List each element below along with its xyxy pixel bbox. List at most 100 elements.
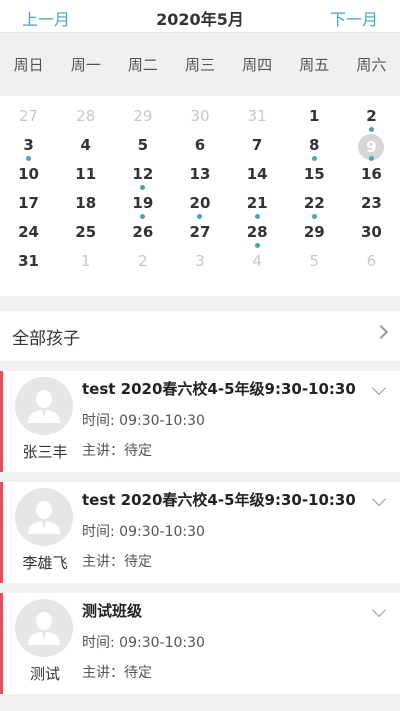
calendar-day[interactable]: 19 — [114, 192, 171, 221]
calendar-day[interactable]: 1 — [57, 250, 114, 279]
child-filter-label: 全部孩子 — [12, 329, 80, 349]
calendar-week-row: 31 1 2 3 4 5 6 — [0, 250, 400, 279]
calendar-day-number: 27 — [19, 107, 39, 125]
event-dot-icon — [140, 214, 146, 219]
weekday-label: 周五 — [299, 56, 330, 74]
event-dot-icon — [197, 214, 203, 219]
calendar-day-number: 4 — [80, 136, 91, 154]
calendar-day[interactable]: 25 — [57, 221, 114, 250]
calendar-day[interactable]: 28 — [229, 221, 286, 250]
weekday-label: 周四 — [242, 56, 273, 74]
calendar-day[interactable]: 1 — [286, 105, 343, 134]
calendar-day[interactable]: 29 — [286, 221, 343, 250]
course-teacher: 主讲：待定 — [82, 665, 152, 681]
avatar — [15, 599, 73, 657]
calendar-day-selected[interactable]: 9 — [343, 134, 400, 163]
calendar-day[interactable]: 23 — [343, 192, 400, 221]
course-time: 时间: 09:30-10:30 — [82, 524, 205, 540]
calendar-day[interactable]: 14 — [229, 163, 286, 192]
calendar-day[interactable]: 6 — [343, 250, 400, 279]
weekday-label: 周日 — [13, 56, 44, 74]
calendar-day[interactable]: 15 — [286, 163, 343, 192]
calendar-day[interactable]: 21 — [229, 192, 286, 221]
event-dot-icon — [311, 156, 317, 161]
student-name: 张三丰 — [22, 443, 68, 461]
calendar-day[interactable]: 27 — [171, 221, 228, 250]
prev-month-button[interactable]: 上一月 — [22, 6, 70, 30]
calendar-day-number: 18 — [75, 194, 97, 212]
calendar-day[interactable]: 29 — [114, 105, 171, 134]
calendar-day-number: 31 — [18, 252, 39, 270]
weekday-label: 周二 — [127, 56, 158, 74]
calendar-day-number: 31 — [247, 107, 267, 125]
calendar-week-row: 10 11 12 13 14 15 16 — [0, 163, 400, 192]
calendar-day-number: 29 — [303, 223, 325, 241]
calendar-day-number: 28 — [76, 107, 96, 125]
chevron-down-icon[interactable] — [371, 491, 387, 507]
next-month-button[interactable]: 下一月 — [330, 6, 378, 30]
calendar-day[interactable]: 16 — [343, 163, 400, 192]
calendar-day[interactable]: 22 — [286, 192, 343, 221]
course-teacher: 主讲：待定 — [82, 443, 152, 459]
calendar-day[interactable]: 11 — [57, 163, 114, 192]
calendar-day[interactable]: 26 — [114, 221, 171, 250]
weekday-label: 周一 — [70, 56, 101, 74]
course-title: test 2020春六校4-5年级9:30-10:30 — [82, 491, 356, 509]
calendar-day[interactable]: 2 — [114, 250, 171, 279]
calendar-day-number: 13 — [189, 165, 211, 183]
course-card[interactable]: 测试 测试班级 时间: 09:30-10:30 主讲：待定 — [0, 593, 400, 694]
divider — [0, 583, 400, 593]
calendar-day[interactable]: 31 — [229, 105, 286, 134]
course-card[interactable]: 李雄飞 test 2020春六校4-5年级9:30-10:30 时间: 09:30-… — [0, 482, 400, 583]
calendar-day[interactable]: 12 — [114, 163, 171, 192]
avatar — [15, 488, 73, 546]
calendar-day[interactable]: 3 — [171, 250, 228, 279]
calendar-day[interactable]: 5 — [286, 250, 343, 279]
chevron-down-icon[interactable] — [371, 380, 387, 396]
calendar-day[interactable]: 24 — [0, 221, 57, 250]
divider — [0, 472, 400, 482]
weekday-header: 周日 周一 周二 周三 周四 周五 周六 — [0, 32, 400, 96]
calendar-day[interactable]: 18 — [57, 192, 114, 221]
course-card[interactable]: 张三丰 test 2020春六校4-5年级9:30-10:30 时间: 09:30-… — [0, 371, 400, 472]
calendar-day[interactable]: 30 — [171, 105, 228, 134]
course-title: test 2020春六校4-5年级9:30-10:30 — [82, 380, 356, 398]
divider — [0, 694, 400, 704]
chevron-down-icon[interactable] — [371, 602, 387, 618]
calendar-day[interactable]: 6 — [171, 134, 228, 163]
calendar-day[interactable]: 8 — [286, 134, 343, 163]
calendar-day-number: 15 — [303, 165, 325, 183]
calendar-day-number: 6 — [194, 136, 206, 154]
calendar-day-number: 30 — [190, 107, 210, 125]
calendar-day-number: 5 — [137, 136, 149, 154]
calendar-day[interactable]: 4 — [229, 250, 286, 279]
chevron-right-icon — [373, 324, 389, 340]
calendar-day[interactable]: 5 — [114, 134, 171, 163]
calendar-day-number: 3 — [195, 252, 205, 270]
calendar-day[interactable]: 31 — [0, 250, 57, 279]
month-header: 上一月 2020年5月 下一月 — [0, 0, 400, 32]
calendar-day-number: 1 — [80, 252, 91, 270]
calendar-day[interactable]: 7 — [229, 134, 286, 163]
calendar-day[interactable]: 27 — [0, 105, 57, 134]
event-dot-icon — [26, 156, 32, 161]
calendar-day[interactable]: 3 — [0, 134, 57, 163]
divider — [0, 361, 400, 371]
calendar-week-row: 3 4 5 6 7 89 — [0, 134, 400, 163]
child-filter-row[interactable]: 全部孩子 — [0, 311, 400, 361]
calendar-day-number: 5 — [309, 252, 320, 270]
calendar-day[interactable]: 30 — [343, 221, 400, 250]
calendar-day[interactable]: 28 — [57, 105, 114, 134]
calendar-day[interactable]: 4 — [57, 134, 114, 163]
calendar-week-row: 17 18 19 20 21 22 23 — [0, 192, 400, 221]
calendar-day-number: 11 — [75, 165, 97, 183]
calendar-grid: 27 28 29 30 31 1 2 3 4 5 6 7 8 9 10 11 12 13 14 15 16 17 18 19 2… — [0, 96, 400, 296]
calendar-day-number: 14 — [246, 165, 268, 183]
calendar-day[interactable]: 10 — [0, 163, 57, 192]
calendar-day[interactable]: 20 — [171, 192, 228, 221]
calendar-day[interactable]: 17 — [0, 192, 57, 221]
event-dot-icon — [254, 214, 260, 219]
calendar-day[interactable]: 2 — [343, 105, 400, 134]
course-time: 时间: 09:30-10:30 — [82, 413, 205, 429]
calendar-day[interactable]: 13 — [171, 163, 228, 192]
